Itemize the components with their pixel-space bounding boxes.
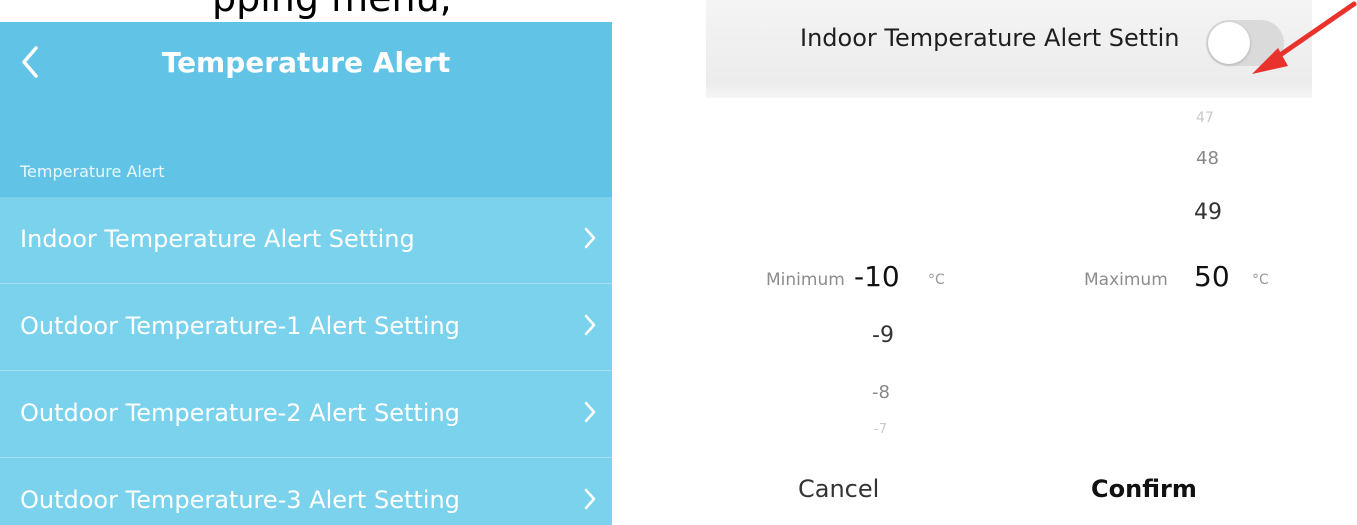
min-picker-option[interactable]: -8 (872, 382, 890, 403)
list-item-label: Indoor Temperature Alert Setting (20, 225, 415, 253)
cancel-button[interactable]: Cancel (798, 475, 879, 503)
caption-fragment-left: pping menu, (212, 0, 452, 20)
maximum-label: Maximum (1084, 270, 1168, 290)
max-picker-option[interactable]: 47 (1196, 110, 1214, 126)
temperature-alert-screen: Temperature Alert Temperature Alert Indo… (0, 22, 612, 525)
list-item-outdoor-3-alert[interactable]: Outdoor Temperature-3 Alert Setting (0, 458, 612, 525)
chevron-right-icon (584, 227, 596, 249)
alert-settings-list: Indoor Temperature Alert Setting Outdoor… (0, 197, 612, 525)
annotation-arrow-icon (1252, 1, 1357, 74)
chevron-right-icon (584, 488, 596, 510)
min-picker-option[interactable]: -9 (872, 323, 894, 348)
list-item-label: Outdoor Temperature-2 Alert Setting (20, 399, 460, 427)
list-item-label: Outdoor Temperature-1 Alert Setting (20, 312, 460, 340)
max-selected-value[interactable]: 50 (1194, 260, 1230, 293)
page-title: Temperature Alert (161, 46, 451, 79)
max-unit-label: °C (1252, 272, 1269, 288)
dialog-header: Indoor Temperature Alert Settin (706, 0, 1312, 98)
nav-header: Temperature Alert (0, 22, 612, 108)
min-picker-option[interactable]: -7 (874, 422, 887, 437)
section-label: Temperature Alert (20, 162, 165, 181)
min-selected-value[interactable]: -10 (854, 260, 900, 293)
chevron-right-icon (584, 401, 596, 423)
list-item-outdoor-2-alert[interactable]: Outdoor Temperature-2 Alert Setting (0, 371, 612, 458)
chevron-right-icon (584, 314, 596, 336)
max-picker-option[interactable]: 48 (1196, 148, 1219, 169)
minimum-label: Minimum (766, 270, 845, 290)
indoor-alert-setting-dialog: Indoor Temperature Alert Settin 47 48 49… (706, 0, 1312, 525)
confirm-button[interactable]: Confirm (1091, 475, 1197, 503)
list-item-indoor-alert[interactable]: Indoor Temperature Alert Setting (0, 197, 612, 284)
list-item-outdoor-1-alert[interactable]: Outdoor Temperature-1 Alert Setting (0, 284, 612, 371)
min-unit-label: °C (928, 272, 945, 288)
max-picker-option[interactable]: 49 (1194, 200, 1222, 225)
dialog-title: Indoor Temperature Alert Settin (800, 24, 1180, 52)
list-item-label: Outdoor Temperature-3 Alert Setting (20, 486, 460, 514)
